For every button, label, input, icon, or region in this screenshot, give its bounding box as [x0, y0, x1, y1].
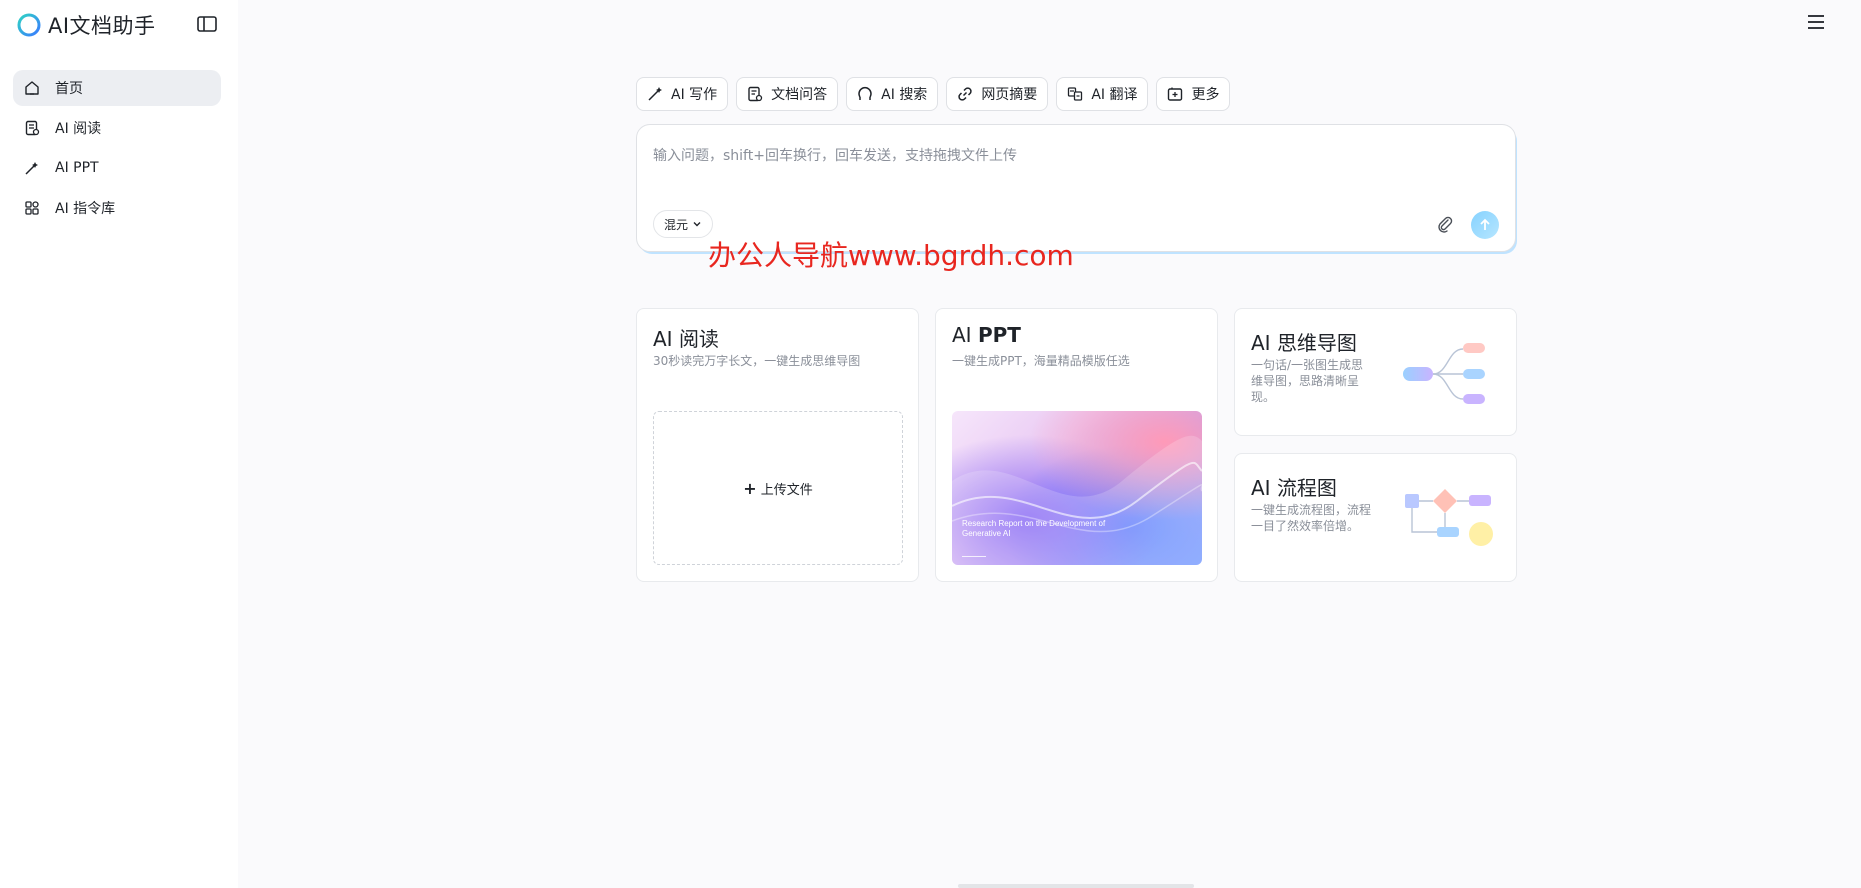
- menu-button[interactable]: [1806, 12, 1826, 32]
- card-desc: 一键生成PPT，海量精品模版任选: [952, 354, 1130, 368]
- card-title: AI 阅读: [653, 327, 719, 351]
- chevron-down-icon: [693, 222, 701, 227]
- upload-file-dropzone[interactable]: + 上传文件: [653, 411, 903, 565]
- ai-translate-button[interactable]: AI 翻译: [1056, 77, 1149, 111]
- pen-wand-icon: [647, 86, 663, 102]
- sidebar-panel-icon: [197, 16, 217, 32]
- ai-mindmap-card[interactable]: AI 思维导图 一句话/一张图生成思维导图，思路清晰呈现。: [1234, 308, 1517, 436]
- card-desc: 30秒读完万字长文，一键生成思维导图: [653, 354, 861, 368]
- brand[interactable]: AI文档助手: [16, 10, 156, 40]
- sidebar-item-ai-ppt[interactable]: AI PPT: [13, 150, 221, 186]
- card-title: AI 流程图: [1251, 476, 1337, 500]
- model-select[interactable]: 混元: [653, 210, 714, 238]
- wave-decoration-icon: [952, 435, 1202, 565]
- ai-writing-button[interactable]: AI 写作: [636, 77, 729, 111]
- sidebar-item-ai-reading[interactable]: AI 阅读: [13, 110, 221, 146]
- card-desc: 一句话/一张图生成思维导图，思路清晰呈现。: [1251, 358, 1364, 404]
- ai-reading-card[interactable]: AI 阅读 30秒读完万字长文，一键生成思维导图 + 上传文件: [636, 308, 919, 582]
- magic-wand-icon: [23, 159, 41, 177]
- card-title-prefix: AI: [952, 323, 978, 347]
- sidebar-nav: 首页 AI 阅读 AI PPT AI 指令库: [13, 70, 221, 230]
- tool-label: 网页摘要: [981, 87, 1038, 103]
- sidebar-toggle-button[interactable]: [196, 14, 218, 34]
- arrow-up-icon: [1480, 218, 1490, 230]
- tool-label: 文档问答: [771, 87, 828, 103]
- more-button[interactable]: 更多: [1156, 77, 1231, 111]
- chat-input[interactable]: [653, 141, 1493, 171]
- ai-ppt-card[interactable]: AI PPT 一键生成PPT，海量精品模版任选 Research Report …: [935, 308, 1218, 582]
- home-icon: [23, 79, 41, 97]
- ai-flowchart-card[interactable]: AI 流程图 一键生成流程图，流程一目了然效率倍增。: [1234, 453, 1517, 582]
- feature-toolbar: AI 写作 文档问答 AI 搜索 网页摘要 AI 翻译 更多: [636, 77, 1231, 111]
- sidebar-item-label: 首页: [55, 81, 83, 97]
- hamburger-icon: [1808, 15, 1824, 29]
- doc-question-icon: [747, 86, 763, 102]
- link-icon: [957, 86, 973, 102]
- translate-icon: [1067, 86, 1083, 102]
- sidebar-item-home[interactable]: 首页: [13, 70, 221, 106]
- search-icon: [857, 86, 873, 102]
- more-box-icon: [1167, 86, 1183, 102]
- logo-icon: [17, 13, 41, 37]
- plus-icon: +: [743, 478, 757, 498]
- divider: [962, 556, 986, 557]
- tool-label: 更多: [1191, 87, 1220, 103]
- mindmap-illustration-icon: [1403, 343, 1485, 404]
- ppt-cover-image[interactable]: Research Report on the Development of Ge…: [952, 411, 1202, 565]
- paperclip-icon: [1438, 216, 1453, 233]
- web-summary-button[interactable]: 网页摘要: [946, 77, 1049, 111]
- document-icon: [23, 119, 41, 137]
- card-title-main: PPT: [977, 323, 1021, 347]
- chat-box: 混元: [636, 124, 1516, 252]
- doc-qa-button[interactable]: 文档问答: [736, 77, 839, 111]
- sidebar-item-label: AI PPT: [55, 160, 99, 176]
- send-button[interactable]: [1471, 211, 1499, 239]
- ai-search-button[interactable]: AI 搜索: [846, 77, 939, 111]
- ppt-cover-title: Research Report on the Development of Ge…: [962, 519, 1106, 538]
- tool-label: AI 写作: [671, 87, 718, 103]
- bottom-scroll-indicator: [958, 884, 1194, 888]
- sidebar-item-label: AI 指令库: [55, 201, 116, 217]
- watermark-text: 办公人导航www.bgrdh.com: [708, 239, 1074, 272]
- card-desc: 一键生成流程图，流程一目了然效率倍增。: [1251, 503, 1372, 533]
- sidebar: AI文档助手 首页 AI 阅读 AI PPT AI 指令库: [0, 0, 238, 888]
- flowchart-illustration-icon: [1405, 489, 1493, 546]
- grid-icon: [23, 199, 41, 217]
- tool-label: AI 翻译: [1091, 87, 1138, 103]
- model-name: 混元: [664, 217, 689, 232]
- sidebar-item-ai-prompts[interactable]: AI 指令库: [13, 190, 221, 226]
- card-title: AI PPT: [952, 323, 1021, 347]
- sidebar-item-label: AI 阅读: [55, 121, 102, 137]
- upload-label: 上传文件: [760, 482, 813, 498]
- app-title: AI文档助手: [48, 14, 156, 38]
- tool-label: AI 搜索: [881, 87, 928, 103]
- attach-button[interactable]: [1432, 211, 1458, 237]
- card-title: AI 思维导图: [1251, 331, 1357, 355]
